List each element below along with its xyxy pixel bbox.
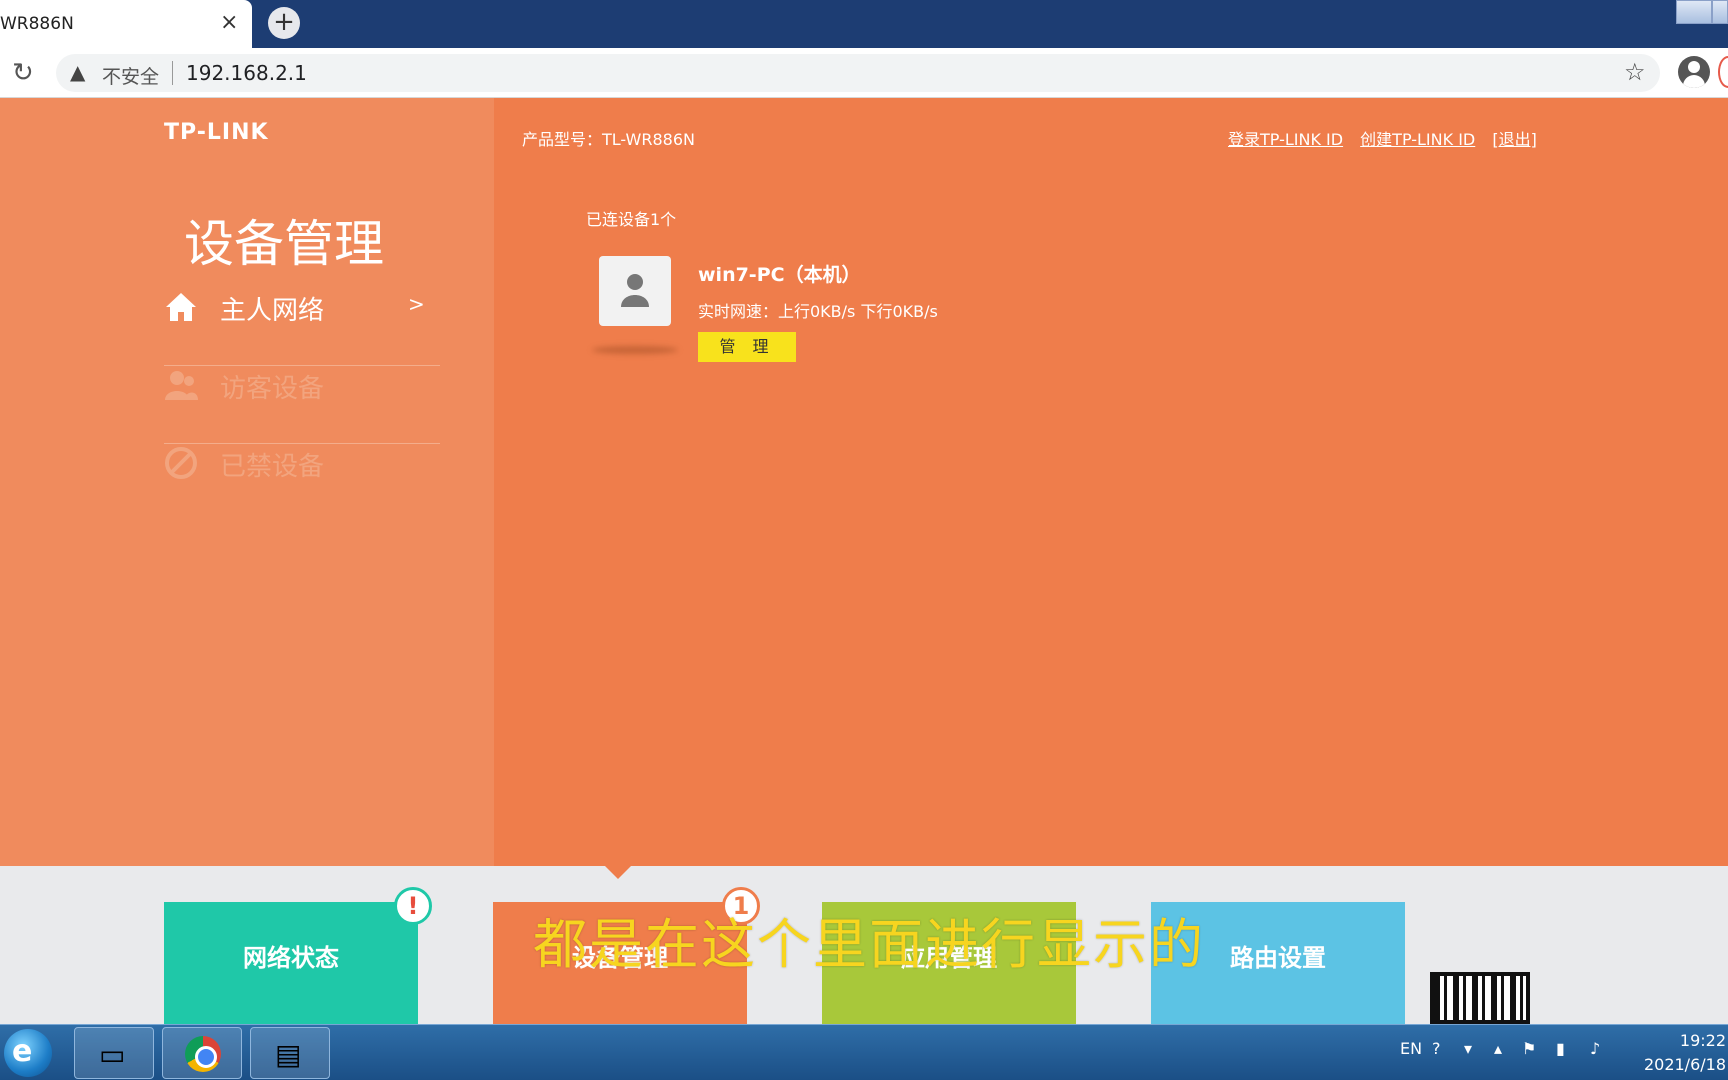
- tplink-logo: TP-LINK: [164, 120, 269, 145]
- language-indicator[interactable]: EN: [1400, 1039, 1422, 1058]
- taskbar-item-folder[interactable]: ▤: [250, 1027, 330, 1079]
- device-speed: 实时网速：上行0KB/s 下行0KB/s: [698, 302, 938, 321]
- device-shadow: [592, 346, 678, 354]
- tab-title: WR886N: [0, 14, 74, 34]
- help-icon[interactable]: ?: [1432, 1039, 1441, 1058]
- active-tab-pointer: [605, 866, 631, 879]
- forbidden-icon: [165, 447, 197, 479]
- address-bar[interactable]: ▲ 不安全 192.168.2.1 ☆: [56, 54, 1660, 92]
- browser-tab[interactable]: WR886N ×: [0, 0, 252, 48]
- qr-code: [1430, 972, 1530, 1024]
- logout-link[interactable]: [退出]: [1492, 130, 1537, 149]
- router-admin-page: TP-LINK 设备管理 主人网络 > 访客设备 已禁设备 产品型号：TL-WR…: [0, 98, 1728, 866]
- warning-icon: ▲: [70, 60, 86, 84]
- guests-icon: [165, 371, 198, 400]
- start-button[interactable]: e: [4, 1029, 52, 1077]
- tab-network-status[interactable]: 网络状态: [164, 902, 418, 1024]
- user-icon: [621, 274, 649, 307]
- video-subtitle: 都是在这个里面进行显示的: [533, 913, 1205, 976]
- sidebar: TP-LINK 设备管理 主人网络 > 访客设备 已禁设备: [0, 98, 494, 866]
- sidebar-item-guest-devices[interactable]: 访客设备: [164, 348, 440, 426]
- network-toggle-icon[interactable]: ▾: [1464, 1039, 1472, 1058]
- ie-icon: e: [12, 1034, 33, 1069]
- taskbar-item-chrome[interactable]: [162, 1027, 242, 1079]
- tab-close-icon[interactable]: ×: [220, 10, 238, 35]
- device-avatar: [599, 256, 671, 326]
- show-hidden-icons-icon[interactable]: ▴: [1494, 1039, 1502, 1058]
- sidebar-item-label: 访客设备: [220, 374, 325, 404]
- window-icon: ▭: [99, 1038, 126, 1071]
- home-icon: [166, 293, 196, 321]
- tile-label: 网络状态: [243, 944, 339, 972]
- chrome-icon: [185, 1036, 221, 1072]
- login-tplink-id-link[interactable]: 登录TP-LINK ID: [1228, 130, 1343, 149]
- new-tab-button[interactable]: +: [268, 7, 300, 39]
- window-maximize-button[interactable]: [1712, 0, 1728, 24]
- window-minimize-button[interactable]: [1676, 0, 1712, 24]
- browser-toolbar: ↻ ▲ 不安全 192.168.2.1 ☆: [0, 48, 1728, 98]
- product-model: 产品型号：TL-WR886N: [522, 130, 695, 149]
- clock-date: 2021/6/18: [1643, 1055, 1726, 1074]
- device-name: win7-PC（本机）: [698, 264, 861, 286]
- sidebar-item-host-network[interactable]: 主人网络 >: [164, 270, 440, 348]
- page-title: 设备管理: [184, 215, 384, 273]
- sidebar-item-label: 主人网络: [220, 296, 325, 326]
- browser-tabstrip: WR886N × +: [0, 0, 1728, 48]
- volume-icon[interactable]: ♪: [1590, 1039, 1600, 1058]
- sidebar-item-blocked-devices[interactable]: 已禁设备: [164, 426, 440, 504]
- system-clock[interactable]: 19:22 2021/6/18: [1640, 1029, 1726, 1077]
- url-text[interactable]: 192.168.2.1: [186, 61, 307, 85]
- account-avatar-icon[interactable]: [1678, 56, 1710, 88]
- bookmark-star-icon[interactable]: ☆: [1624, 58, 1646, 86]
- taskbar: e ▭ ▤ EN ? ▾ ▴ ⚑ ▮ ♪ 19:22 2021/6/18: [0, 1024, 1728, 1080]
- create-tplink-id-link[interactable]: 创建TP-LINK ID: [1360, 130, 1475, 149]
- taskbar-item-explorer[interactable]: ▭: [74, 1027, 154, 1079]
- manage-button[interactable]: 管 理: [698, 332, 796, 362]
- action-center-flag-icon[interactable]: ⚑: [1522, 1039, 1536, 1058]
- network-signal-icon[interactable]: ▮: [1556, 1039, 1565, 1058]
- chevron-right-icon: >: [408, 292, 425, 316]
- security-label[interactable]: 不安全: [102, 62, 159, 89]
- sidebar-item-label: 已禁设备: [220, 452, 325, 482]
- header-links: 登录TP-LINK ID 创建TP-LINK ID [退出]: [1228, 126, 1549, 150]
- connected-device-count: 已连设备1个: [586, 210, 677, 229]
- folder-icon: ▤: [275, 1038, 302, 1071]
- clock-time: 19:22: [1679, 1031, 1726, 1050]
- address-separator: [172, 61, 173, 85]
- reload-icon[interactable]: ↻: [12, 58, 34, 88]
- alert-badge: !: [394, 887, 432, 925]
